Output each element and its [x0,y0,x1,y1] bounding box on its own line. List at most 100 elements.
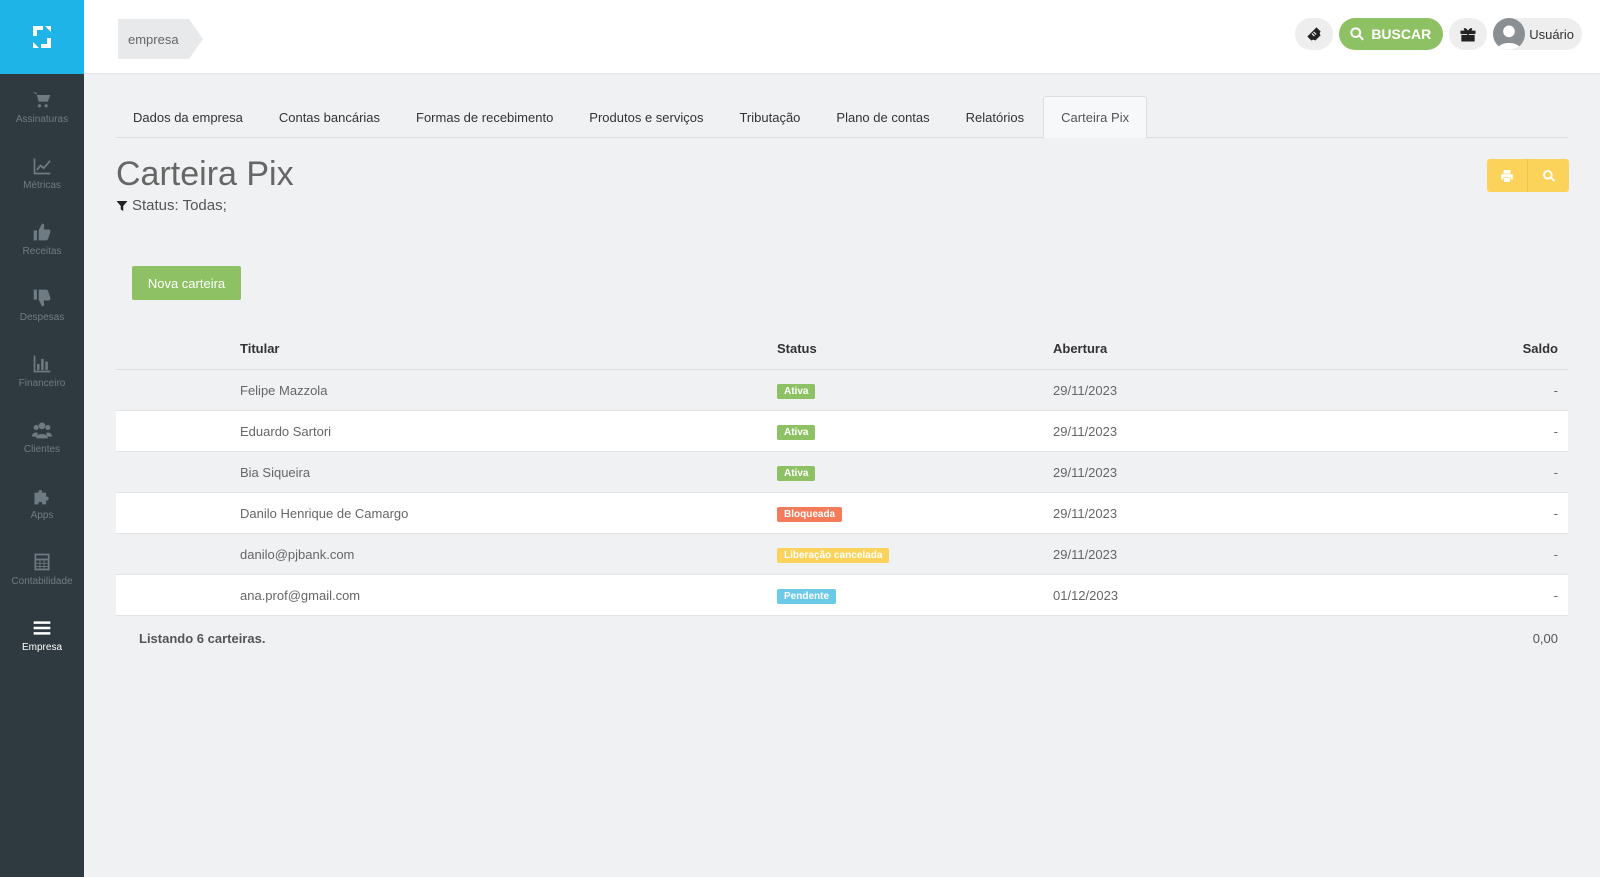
thumbs-down-icon [33,289,51,306]
sidebar-item-label: Clientes [23,443,61,455]
cell-saldo: - [1553,546,1558,562]
user-name: Usuário [1529,26,1574,42]
sidebar-item-clientes[interactable]: Clientes [0,404,84,470]
sidebar-item-label: Financeiro [18,377,66,389]
sidebar-item-label: Receitas [22,245,62,257]
tab-produtos-e-servicos[interactable]: Produtos e serviços [572,96,720,138]
cell-abertura: 29/11/2023 [1053,546,1118,562]
header-actions: BUSCAR Usuário [1295,18,1582,50]
sidebar-item-metricas[interactable]: Métricas [0,140,84,206]
chart-line-icon [33,158,51,174]
sidebar-item-contabilidade[interactable]: Contabilidade [0,536,84,602]
cell-status: Ativa [777,464,1053,481]
cart-icon [32,92,51,107]
status-badge: Ativa [777,465,816,481]
table-row[interactable]: ana.prof@gmail.com Pendente 01/12/2023 - [116,575,1568,616]
cell-abertura: 01/12/2023 [1053,587,1119,603]
app-logo[interactable] [0,0,84,74]
ticket-icon [1307,27,1321,41]
cell-status: Pendente [777,587,1053,604]
tab-tributacao[interactable]: Tributação [722,96,817,138]
column-header-status[interactable]: Status [777,341,1053,356]
puzzle-icon [34,489,49,504]
filter-icon [116,200,128,211]
menu-icon [33,620,51,635]
search-button[interactable]: BUSCAR [1339,18,1444,50]
status-badge: Ativa [777,383,816,399]
sidebar-item-label: Métricas [23,179,61,191]
cell-abertura: 29/11/2023 [1053,382,1118,398]
cell-titular[interactable]: Felipe Mazzola [240,383,777,398]
sidebar-item-financeiro[interactable]: Financeiro [0,338,84,404]
breadcrumb: empresa [118,19,203,59]
sidebar-item-assinaturas[interactable]: Assinaturas [0,74,84,140]
gift-button[interactable] [1449,18,1488,50]
table-row[interactable]: Danilo Henrique de Camargo Bloqueada 29/11… [116,493,1568,534]
calculator-icon [34,553,50,570]
search-filter-button[interactable] [1528,159,1569,192]
cell-saldo: - [1553,505,1558,521]
breadcrumb-item-empresa[interactable]: empresa [118,19,203,59]
users-icon [32,422,52,438]
filter-text: Status: Todas; [132,197,227,214]
cell-titular[interactable]: Danilo Henrique de Camargo [240,506,777,521]
page-actions [1487,159,1569,192]
sidebar-item-apps[interactable]: Apps [0,470,84,536]
status-badge: Pendente [777,588,837,604]
cell-saldo: - [1553,423,1558,439]
top-header: empresa BUSCAR Usuário [84,0,1600,74]
column-header-abertura[interactable]: Abertura [1053,341,1253,356]
column-header-saldo[interactable]: Saldo [1253,341,1568,356]
thumbs-up-icon [33,223,51,240]
wallets-table: Titular Status Abertura Saldo Felipe Maz… [116,328,1568,660]
sidebar-item-despesas[interactable]: Despesas [0,272,84,338]
search-icon [1542,169,1555,182]
gift-icon [1460,28,1476,42]
cell-abertura: 29/11/2023 [1053,464,1118,480]
table-header: Titular Status Abertura Saldo [116,328,1568,370]
sidebar: Assinaturas Métricas Receitas Despesas Finan… [0,0,84,877]
cell-status: Ativa [777,423,1053,440]
print-button[interactable] [1487,159,1528,192]
user-silhouette-icon [1497,25,1521,50]
cell-titular[interactable]: Bia Siqueira [240,465,777,480]
search-icon [1350,27,1365,41]
tab-dados-da-empresa[interactable]: Dados da empresa [116,96,260,138]
table-row[interactable]: Bia Siqueira Ativa 29/11/2023 - [116,452,1568,493]
tab-plano-de-contas[interactable]: Plano de contas [819,96,946,138]
cell-saldo: - [1553,382,1558,398]
sidebar-item-label: Assinaturas [15,113,69,125]
table-row[interactable]: Eduardo Sartori Ativa 29/11/2023 - [116,411,1568,452]
balance-total: 0,00 [1532,630,1558,646]
tab-relatorios[interactable]: Relatórios [949,96,1042,138]
cell-status: Bloqueada [777,505,1053,522]
cell-saldo: - [1553,587,1558,603]
avatar [1493,18,1526,50]
status-badge: Bloqueada [777,506,843,522]
status-badge: Ativa [777,424,816,440]
sidebar-item-label: Empresa [21,641,62,653]
cell-status: Liberação cancelada [777,546,1053,563]
cell-titular[interactable]: danilo@pjbank.com [240,547,777,562]
cell-abertura: 29/11/2023 [1053,423,1118,439]
status-badge: Liberação cancelada [777,547,890,563]
tab-contas-bancarias[interactable]: Contas bancárias [262,96,397,138]
table-row[interactable]: Felipe Mazzola Ativa 29/11/2023 - [116,370,1568,411]
sidebar-item-label: Apps [30,509,54,521]
page-title: Carteira Pix [116,155,294,193]
cell-saldo: - [1553,464,1558,480]
ticket-button[interactable] [1295,18,1334,50]
sidebar-item-receitas[interactable]: Receitas [0,206,84,272]
cell-titular[interactable]: Eduardo Sartori [240,424,777,439]
user-menu[interactable]: Usuário [1493,18,1582,50]
search-button-label: BUSCAR [1371,26,1432,42]
table-row[interactable]: danilo@pjbank.com Liberação cancelada 29/1… [116,534,1568,575]
sidebar-item-empresa[interactable]: Empresa [0,602,84,668]
column-header-titular[interactable]: Titular [240,341,777,356]
new-wallet-button[interactable]: Nova carteira [132,266,241,300]
tab-carteira-pix[interactable]: Carteira Pix [1043,96,1148,139]
tab-formas-de-recebimento[interactable]: Formas de recebimento [399,96,570,138]
cell-titular[interactable]: ana.prof@gmail.com [240,588,777,603]
cell-abertura: 29/11/2023 [1053,505,1118,521]
sidebar-item-label: Contabilidade [11,575,73,587]
